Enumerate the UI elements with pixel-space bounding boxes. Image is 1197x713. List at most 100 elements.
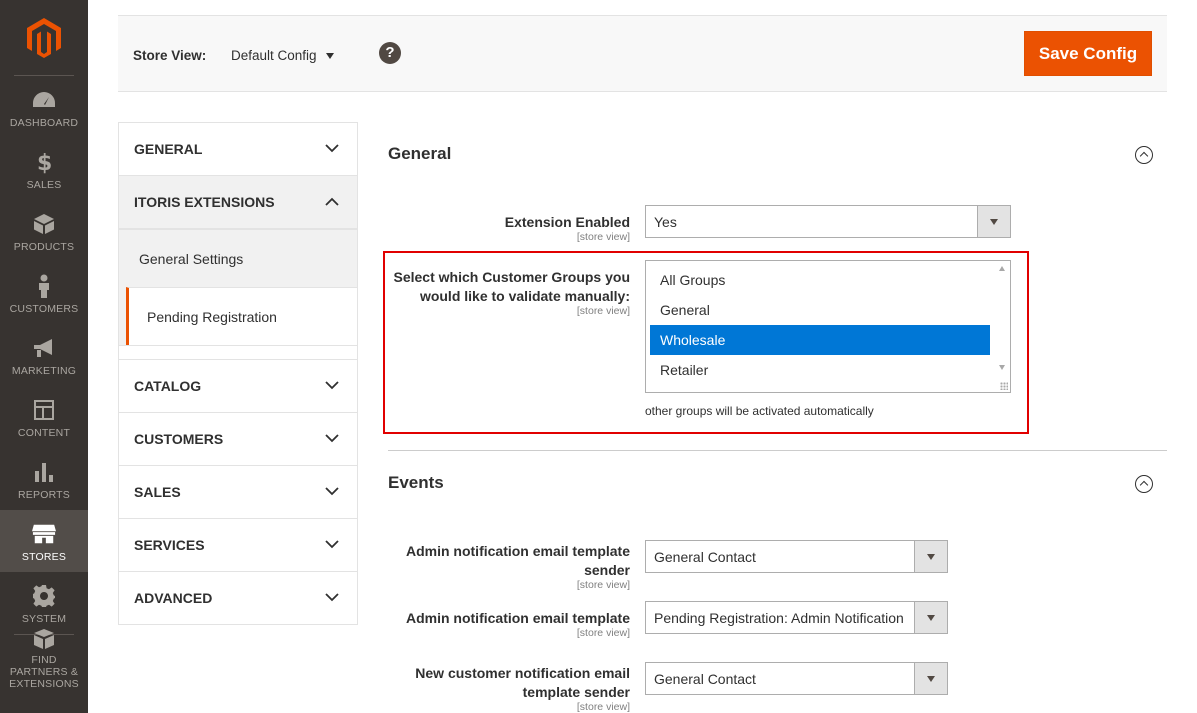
tab-item-general-settings[interactable]: General Settings bbox=[119, 229, 357, 287]
storefront-icon bbox=[32, 522, 56, 546]
collapse-up-icon[interactable] bbox=[1135, 475, 1153, 493]
boxes-icon bbox=[32, 628, 56, 650]
admin-sender-select[interactable]: General Contact bbox=[645, 540, 948, 573]
chevron-down-icon bbox=[325, 540, 339, 549]
admin-menu: DASHBOARD $ SALES PRODUCTS CUSTOMERS MAR… bbox=[0, 0, 88, 713]
menu-item-reports[interactable]: REPORTS bbox=[0, 448, 88, 510]
admin-template-select[interactable]: Pending Registration: Admin Notification bbox=[645, 601, 948, 634]
layout-icon bbox=[32, 398, 56, 422]
dollar-icon: $ bbox=[32, 150, 56, 174]
scope-label: [store view] bbox=[576, 579, 630, 591]
multiselect-option[interactable]: General bbox=[650, 295, 990, 325]
tab-label: SERVICES bbox=[134, 537, 205, 553]
scope-label: [store view] bbox=[576, 231, 630, 243]
chevron-down-icon bbox=[325, 381, 339, 390]
resize-grip-icon[interactable] bbox=[1000, 382, 1008, 390]
tab-general[interactable]: GENERAL bbox=[118, 122, 358, 176]
tab-sales[interactable]: SALES bbox=[118, 465, 358, 519]
menu-item-content[interactable]: CONTENT bbox=[0, 386, 88, 448]
chevron-down-icon bbox=[325, 487, 339, 496]
chevron-down-icon bbox=[325, 593, 339, 602]
select-arrow-icon bbox=[977, 206, 1010, 237]
extension-enabled-select[interactable]: Yes bbox=[645, 205, 1011, 238]
scope-label: [store view] bbox=[576, 305, 630, 317]
tab-label: ITORIS EXTENSIONS bbox=[134, 194, 275, 210]
admin-template-label: Admin notification email template bbox=[405, 610, 630, 626]
admin-sender-label: Admin notification email template sender bbox=[405, 543, 630, 578]
scroll-down-arrow-icon[interactable] bbox=[999, 365, 1005, 370]
menu-item-customers[interactable]: CUSTOMERS bbox=[0, 262, 88, 324]
customer-sender-select[interactable]: General Contact bbox=[645, 662, 948, 695]
section-divider bbox=[388, 450, 1167, 451]
extension-enabled-label: Extension Enabled bbox=[504, 214, 630, 230]
config-tabs: GENERAL ITORIS EXTENSIONS General Settin… bbox=[118, 122, 358, 625]
menu-item-products[interactable]: PRODUCTS bbox=[0, 200, 88, 262]
select-value: Pending Registration: Admin Notification bbox=[654, 609, 904, 626]
tab-catalog[interactable]: CATALOG bbox=[118, 359, 358, 413]
tab-label: GENERAL bbox=[134, 141, 203, 157]
megaphone-icon bbox=[32, 336, 56, 360]
magento-logo-icon bbox=[27, 17, 61, 58]
person-icon bbox=[32, 274, 56, 298]
magento-logo[interactable] bbox=[0, 0, 88, 75]
bar-chart-icon bbox=[32, 460, 56, 484]
page-actions-bar: Store View: Default Config ? Save Config bbox=[118, 16, 1167, 91]
select-arrow-icon bbox=[914, 541, 947, 572]
tabs-spacer bbox=[118, 345, 358, 359]
tab-label: SALES bbox=[134, 484, 181, 500]
menu-label: DASHBOARD bbox=[9, 117, 79, 129]
gear-icon bbox=[32, 584, 56, 608]
store-view-label: Store View: bbox=[133, 48, 207, 63]
collapse-up-icon[interactable] bbox=[1135, 146, 1153, 164]
tab-advanced[interactable]: ADVANCED bbox=[118, 571, 358, 625]
help-icon[interactable]: ? bbox=[379, 42, 401, 64]
section-title-events[interactable]: Events bbox=[388, 473, 444, 493]
tab-customers[interactable]: CUSTOMERS bbox=[118, 412, 358, 466]
customer-groups-note: other groups will be activated automatic… bbox=[645, 404, 874, 418]
menu-label: SALES bbox=[26, 179, 62, 191]
menu-item-system[interactable]: SYSTEM bbox=[0, 572, 88, 634]
tab-label: CUSTOMERS bbox=[134, 431, 224, 447]
menu-item-stores[interactable]: STORES bbox=[0, 510, 88, 572]
dashboard-icon bbox=[32, 88, 56, 112]
select-value: General Contact bbox=[654, 670, 756, 687]
save-config-button[interactable]: Save Config bbox=[1024, 31, 1152, 76]
scroll-up-arrow-icon[interactable] bbox=[999, 266, 1005, 271]
menu-label: SYSTEM bbox=[21, 613, 67, 625]
chevron-up-icon bbox=[325, 197, 339, 206]
customer-groups-label: Select which Customer Groups you would l… bbox=[393, 269, 631, 304]
store-view-value: Default Config bbox=[231, 48, 317, 63]
tab-item-label: General Settings bbox=[139, 250, 244, 267]
scope-label: [store view] bbox=[576, 701, 630, 713]
multiselect-option[interactable]: All Groups bbox=[650, 265, 990, 295]
customer-groups-multiselect[interactable]: All Groups General Wholesale Retailer bbox=[645, 260, 1011, 393]
customer-sender-label: New customer notification email template… bbox=[415, 665, 630, 700]
menu-label: REPORTS bbox=[18, 489, 70, 501]
caret-down-icon bbox=[325, 52, 334, 59]
menu-item-marketing[interactable]: MARKETING bbox=[0, 324, 88, 386]
chevron-down-icon bbox=[325, 144, 339, 153]
svg-text:$: $ bbox=[37, 151, 52, 174]
menu-label: FIND PARTNERS & EXTENSIONS bbox=[9, 654, 79, 690]
section-title-general[interactable]: General bbox=[388, 144, 451, 164]
menu-label: CUSTOMERS bbox=[9, 303, 79, 315]
box-icon bbox=[32, 212, 56, 236]
select-arrow-icon bbox=[914, 602, 947, 633]
menu-item-sales[interactable]: $ SALES bbox=[0, 138, 88, 200]
toolbar-bottom-border bbox=[118, 91, 1167, 92]
tab-itoris-extensions[interactable]: ITORIS EXTENSIONS bbox=[118, 175, 358, 229]
menu-label: MARKETING bbox=[11, 365, 77, 377]
chevron-down-icon bbox=[325, 434, 339, 443]
select-value: Yes bbox=[654, 213, 677, 230]
multiselect-option-selected[interactable]: Wholesale bbox=[650, 325, 990, 355]
tab-item-label: Pending Registration bbox=[147, 308, 277, 325]
menu-item-find-partners[interactable]: FIND PARTNERS & EXTENSIONS bbox=[0, 629, 88, 706]
menu-item-dashboard[interactable]: DASHBOARD bbox=[0, 76, 88, 138]
select-arrow-icon bbox=[914, 663, 947, 694]
multiselect-option[interactable]: Retailer bbox=[650, 355, 990, 385]
tab-services[interactable]: SERVICES bbox=[118, 518, 358, 572]
tab-item-pending-registration[interactable]: Pending Registration bbox=[126, 287, 357, 345]
store-view-switcher[interactable]: Default Config bbox=[231, 48, 334, 63]
select-value: General Contact bbox=[654, 548, 756, 565]
menu-label: STORES bbox=[21, 551, 67, 563]
